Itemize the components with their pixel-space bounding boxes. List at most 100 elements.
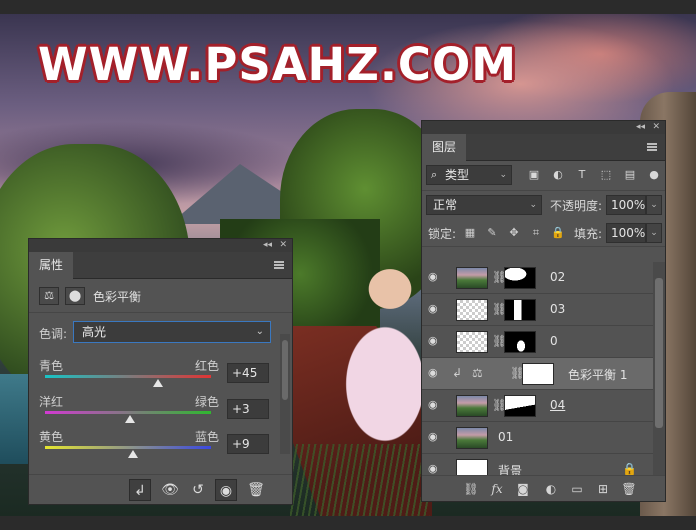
lock-transparent-icon[interactable]: ▦	[462, 224, 478, 242]
layer-name[interactable]: 02	[550, 270, 565, 284]
collapse-icon[interactable]: ◂◂	[636, 121, 645, 134]
layer-row[interactable]: ◉ 背景 🔒	[422, 454, 654, 477]
layer-row[interactable]: ◉ ⛓ 03	[422, 294, 654, 326]
mask-icon[interactable]: ⬤	[65, 287, 85, 305]
panel-topbar: ◂◂ ✕	[422, 121, 665, 134]
slider-thumb[interactable]	[127, 450, 138, 458]
adjustment-filter-icon[interactable]: ◐	[550, 166, 566, 184]
layer-thumbnail[interactable]	[456, 427, 488, 449]
panel-menu-icon[interactable]	[647, 143, 657, 151]
close-icon[interactable]: ✕	[652, 121, 660, 134]
slider-thumb[interactable]	[152, 379, 163, 387]
layer-name[interactable]: 0	[550, 334, 558, 348]
delete-layer-icon[interactable]: 🗑	[620, 480, 638, 498]
add-mask-icon[interactable]: ◙	[514, 480, 532, 498]
layer-name[interactable]: 03	[550, 302, 565, 316]
blend-row: 正常 ⌄ 不透明度: 100% ⌄	[422, 191, 665, 219]
lock-all-icon[interactable]: 🔒	[550, 224, 566, 242]
girl-figure	[330, 264, 430, 464]
layer-mask-thumbnail[interactable]	[522, 363, 554, 385]
search-icon: ⌕	[431, 168, 438, 181]
color-slider[interactable]: 洋红 绿色	[39, 393, 219, 425]
panel-menu-icon[interactable]	[274, 261, 284, 269]
eye-icon[interactable]: ◉	[428, 303, 442, 314]
slider-value-input[interactable]: +9	[227, 434, 269, 454]
layer-row[interactable]: ◉ ↲ ⚖ ⛓ 色彩平衡 1	[422, 358, 654, 390]
layer-name[interactable]: 04	[550, 398, 565, 412]
slider-left-label: 洋红	[39, 395, 64, 409]
chevron-down-icon: ⌄	[499, 170, 507, 180]
clip-to-layer-button[interactable]: ↲	[129, 479, 151, 501]
tone-select[interactable]: 高光 ⌄	[73, 321, 271, 343]
slider-track[interactable]	[45, 446, 211, 449]
delete-icon[interactable]: 🗑	[245, 479, 267, 501]
view-previous-button[interactable]: 👁	[159, 479, 181, 501]
layer-row[interactable]: ◉ ⛓ 04	[422, 390, 654, 422]
layer-mask-thumbnail[interactable]	[504, 331, 536, 353]
fill-input[interactable]: 100%	[606, 223, 646, 243]
layer-thumbnail[interactable]	[456, 331, 488, 353]
opacity-input[interactable]: 100%	[606, 195, 646, 215]
slider-value-input[interactable]: +45	[227, 363, 269, 383]
eye-icon[interactable]: ◉	[428, 463, 442, 474]
blend-mode-select[interactable]: 正常 ⌄	[426, 195, 542, 215]
new-group-icon[interactable]: ▭	[568, 480, 586, 498]
fx-icon[interactable]: fx	[488, 480, 506, 498]
layer-list: ◉ ⛓ 02 ◉ ⛓ 03 ◉ ⛓ 0 ◉ ↲ ⚖ ⛓ 色彩平衡 1 ◉ ⛓ 04 ◉ 01 ◉ 背景 🔒	[422, 262, 654, 477]
layer-name[interactable]: 01	[498, 430, 513, 444]
lock-artboard-icon[interactable]: ⌗	[528, 224, 544, 242]
link-layers-icon[interactable]: ⛓	[462, 480, 480, 498]
smart-object-filter-icon[interactable]: ▤	[622, 166, 638, 184]
filter-toggle-icon[interactable]: ●	[646, 166, 662, 184]
eye-icon[interactable]: ◉	[428, 431, 442, 442]
layer-thumbnail[interactable]	[456, 299, 488, 321]
pixel-filter-icon[interactable]: ▣	[526, 166, 542, 184]
fill-chevron-icon[interactable]: ⌄	[646, 223, 662, 243]
eye-icon[interactable]: ◉	[428, 367, 442, 378]
layer-row[interactable]: ◉ ⛓ 0	[422, 326, 654, 358]
lock-image-icon[interactable]: ✎	[484, 224, 500, 242]
shape-filter-icon[interactable]: ⬚	[598, 166, 614, 184]
eye-icon[interactable]: ◉	[428, 335, 442, 346]
layer-mask-thumbnail[interactable]	[504, 395, 536, 417]
layer-thumbnail[interactable]	[456, 395, 488, 417]
color-slider[interactable]: 黄色 蓝色	[39, 428, 219, 460]
visibility-button[interactable]: ◉	[215, 479, 237, 501]
eye-icon[interactable]: ◉	[428, 271, 442, 282]
slider-value-input[interactable]: +3	[227, 399, 269, 419]
layer-name[interactable]: 色彩平衡 1	[568, 366, 627, 383]
scrollbar-thumb[interactable]	[655, 278, 663, 428]
layers-scrollbar[interactable]	[653, 262, 665, 477]
tab-layers[interactable]: 图层	[422, 134, 467, 161]
close-icon[interactable]: ✕	[279, 239, 287, 252]
panel-topbar: ◂◂ ✕	[29, 239, 292, 252]
collapse-icon[interactable]: ◂◂	[263, 239, 272, 252]
layer-thumbnail[interactable]	[456, 267, 488, 289]
lock-icon: 🔒	[622, 462, 637, 476]
properties-scrollbar[interactable]	[280, 334, 290, 454]
chevron-down-icon: ⌄	[255, 326, 264, 337]
slider-track[interactable]	[45, 375, 211, 378]
opacity-chevron-icon[interactable]: ⌄	[646, 195, 662, 215]
tone-value: 高光	[82, 325, 107, 339]
properties-tabrow: 属性	[29, 252, 292, 279]
new-layer-icon[interactable]: ⊞	[594, 480, 612, 498]
type-filter-icon[interactable]: T	[574, 166, 590, 184]
slider-left-label: 黄色	[39, 430, 64, 444]
slider-right-label: 绿色	[194, 395, 219, 409]
kind-filter-select[interactable]: ⌕ 类型 ⌄	[426, 165, 512, 185]
reset-button[interactable]: ↺	[187, 479, 209, 501]
layer-row[interactable]: ◉ ⛓ 02	[422, 262, 654, 294]
balance-icon: ⚖	[472, 366, 483, 380]
layer-mask-thumbnail[interactable]	[504, 267, 536, 289]
lock-position-icon[interactable]: ✥	[506, 224, 522, 242]
layer-row[interactable]: ◉ 01	[422, 422, 654, 454]
new-adjustment-icon[interactable]: ◐	[542, 480, 560, 498]
slider-thumb[interactable]	[124, 415, 135, 423]
layer-mask-thumbnail[interactable]	[504, 299, 536, 321]
chevron-down-icon: ⌄	[529, 200, 537, 210]
tab-properties[interactable]: 属性	[29, 252, 74, 279]
slider-track[interactable]	[45, 411, 211, 414]
color-slider[interactable]: 青色 红色	[39, 357, 219, 389]
eye-icon[interactable]: ◉	[428, 399, 442, 410]
